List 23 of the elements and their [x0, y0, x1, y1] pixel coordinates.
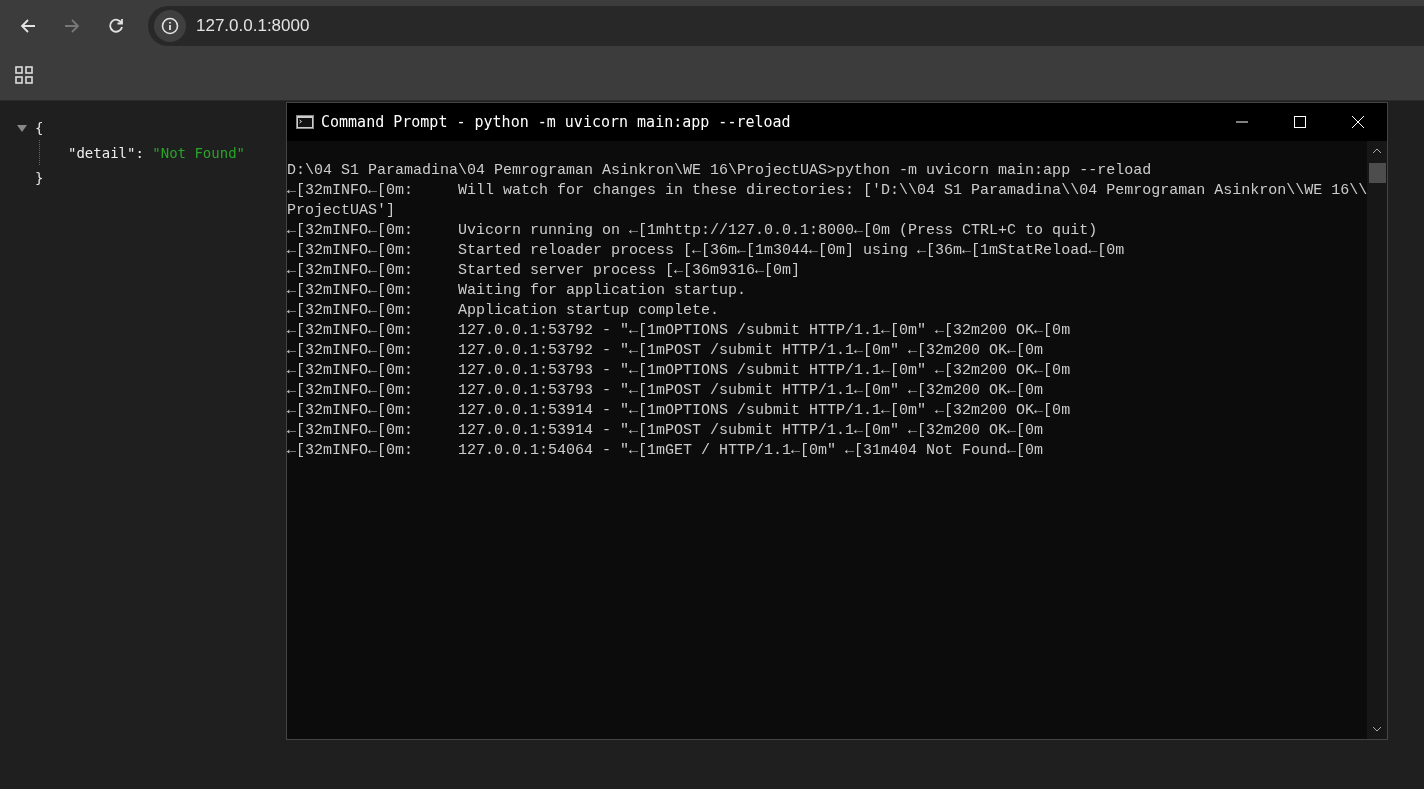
- address-bar[interactable]: 127.0.0.1:8000: [148, 6, 1424, 46]
- json-brace: }: [35, 169, 44, 186]
- url-text: 127.0.0.1:8000: [196, 16, 310, 36]
- window-title: Command Prompt - python -m uvicorn main:app --reload: [321, 113, 792, 131]
- console-line: ←[32mINFO←[0m: Waiting for application startup.: [287, 281, 748, 301]
- json-separator: :: [135, 144, 145, 161]
- json-brace: {: [35, 119, 44, 136]
- console-line: ←[32mINFO←[0m: 127.0.0.1:53914 - "←[1mOPTIONS /submit HTTP/1.1←[0m" ←[32m200 OK←[0m: [287, 401, 1072, 421]
- console-line: ←[32mINFO←[0m: Started reloader process [←[36m←[1m3044←[0m] using ←[36m←[1mStatReload←[0m: [287, 241, 1126, 261]
- console-line: ←[32mINFO←[0m: 127.0.0.1:54064 - "←[1mGET / HTTP/1.1←[0m" ←[31m404 Not Found←[0m: [287, 441, 1045, 461]
- console-line: ←[32mINFO←[0m: 127.0.0.1:53914 - "←[1mPOST /submit HTTP/1.1←[0m" ←[32m200 OK←[0m: [287, 421, 1045, 441]
- console-line: ←[32mINFO←[0m: 127.0.0.1:53793 - "←[1mOPTIONS /submit HTTP/1.1←[0m" ←[32m200 OK←[0m: [287, 361, 1072, 381]
- console-line: ←[32mINFO←[0m: 127.0.0.1:53793 - "←[1mPOST /submit HTTP/1.1←[0m" ←[32m200 OK←[0m: [287, 381, 1045, 401]
- console-line: ←[32mINFO←[0m: Application startup complete.: [287, 301, 721, 321]
- console-line: ←[32mINFO←[0m: 127.0.0.1:53792 - "←[1mPOST /submit HTTP/1.1←[0m" ←[32m200 OK←[0m: [287, 341, 1045, 361]
- console-line: ←[32mINFO←[0m: Uvicorn running on ←[1mhttp://127.0.0.1:8000←[0m (Press CTRL+C to quit): [287, 221, 1099, 241]
- console-line: ←[32mINFO←[0m: Will watch for changes in these directories: ['D:\\04 S1 Paramadina\\04 Pemrograman Asinkron\\WE 16\\: [287, 181, 1368, 201]
- console-line: ←[32mINFO←[0m: Started server process [←[36m9316←[0m]: [287, 261, 802, 281]
- json-key: "detail": [68, 144, 136, 161]
- console-line: ←[32mINFO←[0m: 127.0.0.1:53792 - "←[1mOPTIONS /submit HTTP/1.1←[0m" ←[32m200 OK←[0m: [287, 321, 1072, 341]
- console-line: ProjectUAS']: [287, 201, 397, 221]
- json-string-value: "Not Found": [152, 144, 245, 161]
- console-line: D:\04 S1 Paramadina\04 Pemrograman Asinkron\WE 16\ProjectUAS>python -m uvicorn main:app --reload: [287, 161, 1153, 181]
